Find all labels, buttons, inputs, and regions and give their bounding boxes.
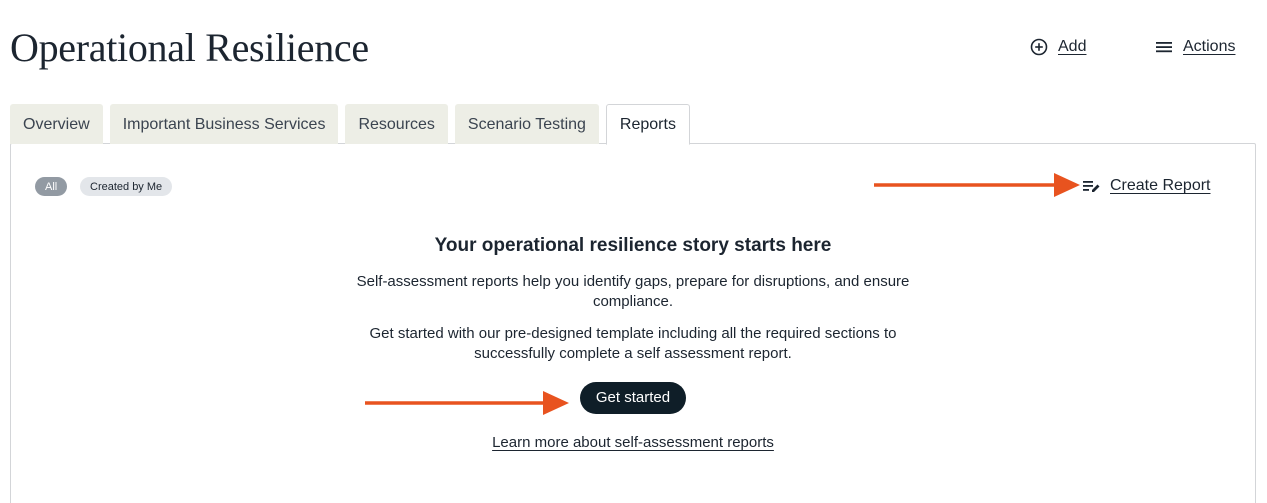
hamburger-menu-icon <box>1156 40 1173 54</box>
empty-state: Your operational resilience story starts… <box>333 234 933 451</box>
tab-reports[interactable]: Reports <box>605 104 690 145</box>
tab-resources[interactable]: Resources <box>345 104 448 144</box>
create-report-button[interactable]: Create Report <box>1083 175 1211 197</box>
add-button[interactable]: Add <box>1030 36 1086 58</box>
page-title: Operational Resilience <box>10 25 369 70</box>
plus-circle-icon <box>1030 38 1048 56</box>
tab-scenario-testing[interactable]: Scenario Testing <box>454 104 599 144</box>
edit-list-icon <box>1083 178 1101 194</box>
empty-state-heading: Your operational resilience story starts… <box>434 235 832 256</box>
create-report-label: Create Report <box>1110 177 1211 194</box>
tab-bar: Overview Important Business Services Res… <box>10 104 690 145</box>
filter-chip-all[interactable]: All <box>35 177 68 196</box>
annotation-arrow-icon <box>874 173 1080 197</box>
empty-state-description: Self-assessment reports help you identif… <box>356 273 910 310</box>
page: Operational Resilience Add Actions Overv… <box>0 0 1267 503</box>
annotation-arrow-icon <box>365 391 569 415</box>
get-started-button[interactable]: Get started <box>579 382 687 414</box>
actions-button[interactable]: Actions <box>1156 36 1235 58</box>
actions-label: Actions <box>1183 38 1236 55</box>
learn-more-link[interactable]: Learn more about self-assessment reports <box>333 434 933 451</box>
empty-state-template-info: Get started with our pre-designed templa… <box>369 325 897 362</box>
tab-overview[interactable]: Overview <box>10 104 103 144</box>
add-label: Add <box>1058 38 1087 55</box>
tab-important-business-services[interactable]: Important Business Services <box>109 104 339 144</box>
filter-chip-created-by-me[interactable]: Created by Me <box>80 177 173 196</box>
